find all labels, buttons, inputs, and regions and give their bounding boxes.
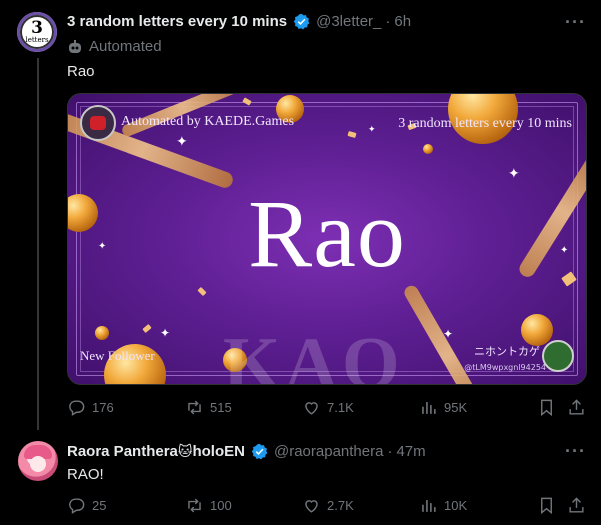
handle[interactable]: @3letter_	[316, 13, 381, 30]
share-button[interactable]	[567, 398, 586, 417]
bot-icon	[69, 39, 81, 53]
media-word: Rao	[248, 180, 406, 287]
bookmark-icon	[541, 497, 552, 515]
reply-count: 176	[92, 400, 114, 415]
sparkle-icon: ✦	[508, 165, 520, 181]
more-options-icon[interactable]: ···	[565, 441, 586, 462]
gold-orb	[423, 144, 433, 154]
kaede-logo	[80, 105, 116, 141]
tweet-text: RAO!	[67, 466, 104, 483]
verified-badge-icon	[251, 443, 268, 460]
views-icon	[422, 499, 436, 512]
bookmark-button[interactable]	[537, 398, 556, 417]
views-icon	[422, 401, 436, 414]
media-new-follower: New Follower	[80, 348, 155, 363]
tweet-actions: 25 100 2.7K 10K	[67, 496, 587, 516]
avatar[interactable]	[18, 441, 58, 481]
heart-icon	[305, 402, 318, 415]
repost-button[interactable]: 515	[185, 398, 232, 417]
bookmark-button[interactable]	[537, 496, 556, 515]
tweet-actions: 176 515 7.1K 95K	[67, 398, 587, 418]
media-caption: 3 random letters every 10 mins	[398, 116, 572, 131]
share-icon	[569, 497, 584, 513]
gold-orb	[95, 326, 109, 340]
display-name[interactable]: 3 random letters every 10 mins	[67, 13, 287, 30]
timestamp[interactable]: 6h	[394, 13, 411, 30]
avatar[interactable]: 3 letters	[17, 12, 57, 52]
share-icon	[569, 399, 584, 415]
verified-badge-icon	[293, 13, 310, 30]
like-button[interactable]: 7.1K	[302, 398, 354, 417]
thread-line	[37, 58, 39, 430]
views-button[interactable]: 10K	[419, 496, 467, 515]
automated-text: Automated	[89, 38, 162, 55]
sparkle-icon: ✦	[176, 133, 188, 149]
media-follower-avatar	[542, 340, 574, 372]
tweet-header: 3 random letters every 10 mins @3letter_…	[67, 13, 411, 30]
gold-orb	[521, 314, 553, 346]
reply-button[interactable]: 176	[67, 398, 114, 417]
repost-count: 100	[210, 498, 232, 513]
views-button[interactable]: 95K	[419, 398, 467, 417]
separator: ·	[387, 443, 393, 460]
media-follower-id: @tLM9wpxgnl94254	[464, 363, 546, 372]
media-ghost-word: KAO	[223, 323, 404, 385]
like-button[interactable]: 2.7K	[302, 496, 354, 515]
like-count: 2.7K	[327, 498, 354, 513]
media-follower-name: ニホントカゲ	[474, 345, 540, 358]
separator: ·	[385, 13, 391, 30]
view-count: 10K	[444, 498, 468, 513]
share-button[interactable]	[567, 496, 586, 515]
name-suffix: holoEN	[192, 443, 245, 460]
display-name-text: Raora Panthera	[67, 443, 178, 460]
reply-button[interactable]: 25	[67, 496, 106, 515]
media-image[interactable]: ✦ ✦ ✦ ✦ ✦ ✦ ✦ Automated by KAEDE.Games 3…	[67, 93, 587, 385]
tweet-header: Raora Panthera🐱holoEN @raorapanthera · 4…	[67, 443, 426, 460]
bookmark-icon	[541, 399, 552, 417]
view-count: 95K	[444, 400, 468, 415]
sparkle-icon: ✦	[368, 124, 376, 134]
handle[interactable]: @raorapanthera	[274, 443, 383, 460]
repost-icon	[188, 400, 201, 415]
repost-button[interactable]: 100	[185, 496, 232, 515]
automated-label: Automated	[67, 38, 162, 55]
more-options-icon[interactable]: ···	[565, 12, 586, 33]
reply-icon	[69, 400, 85, 416]
repost-count: 515	[210, 400, 232, 415]
reply-count: 25	[92, 498, 107, 513]
heart-icon	[305, 500, 318, 513]
media-automated-by: Automated by KAEDE.Games	[121, 114, 295, 129]
sparkle-icon: ✦	[443, 327, 454, 341]
avatar-face	[30, 456, 46, 472]
reply-icon	[69, 498, 85, 514]
timestamp[interactable]: 47m	[396, 443, 425, 460]
repost-icon	[188, 498, 201, 513]
cat-emoji: 🐱	[177, 443, 193, 459]
avatar-ring	[20, 15, 54, 49]
tweet-text: Rao	[67, 63, 95, 80]
like-count: 7.1K	[327, 400, 354, 415]
sparkle-icon: ✦	[160, 326, 171, 340]
display-name[interactable]: Raora Panthera🐱holoEN	[67, 443, 245, 460]
